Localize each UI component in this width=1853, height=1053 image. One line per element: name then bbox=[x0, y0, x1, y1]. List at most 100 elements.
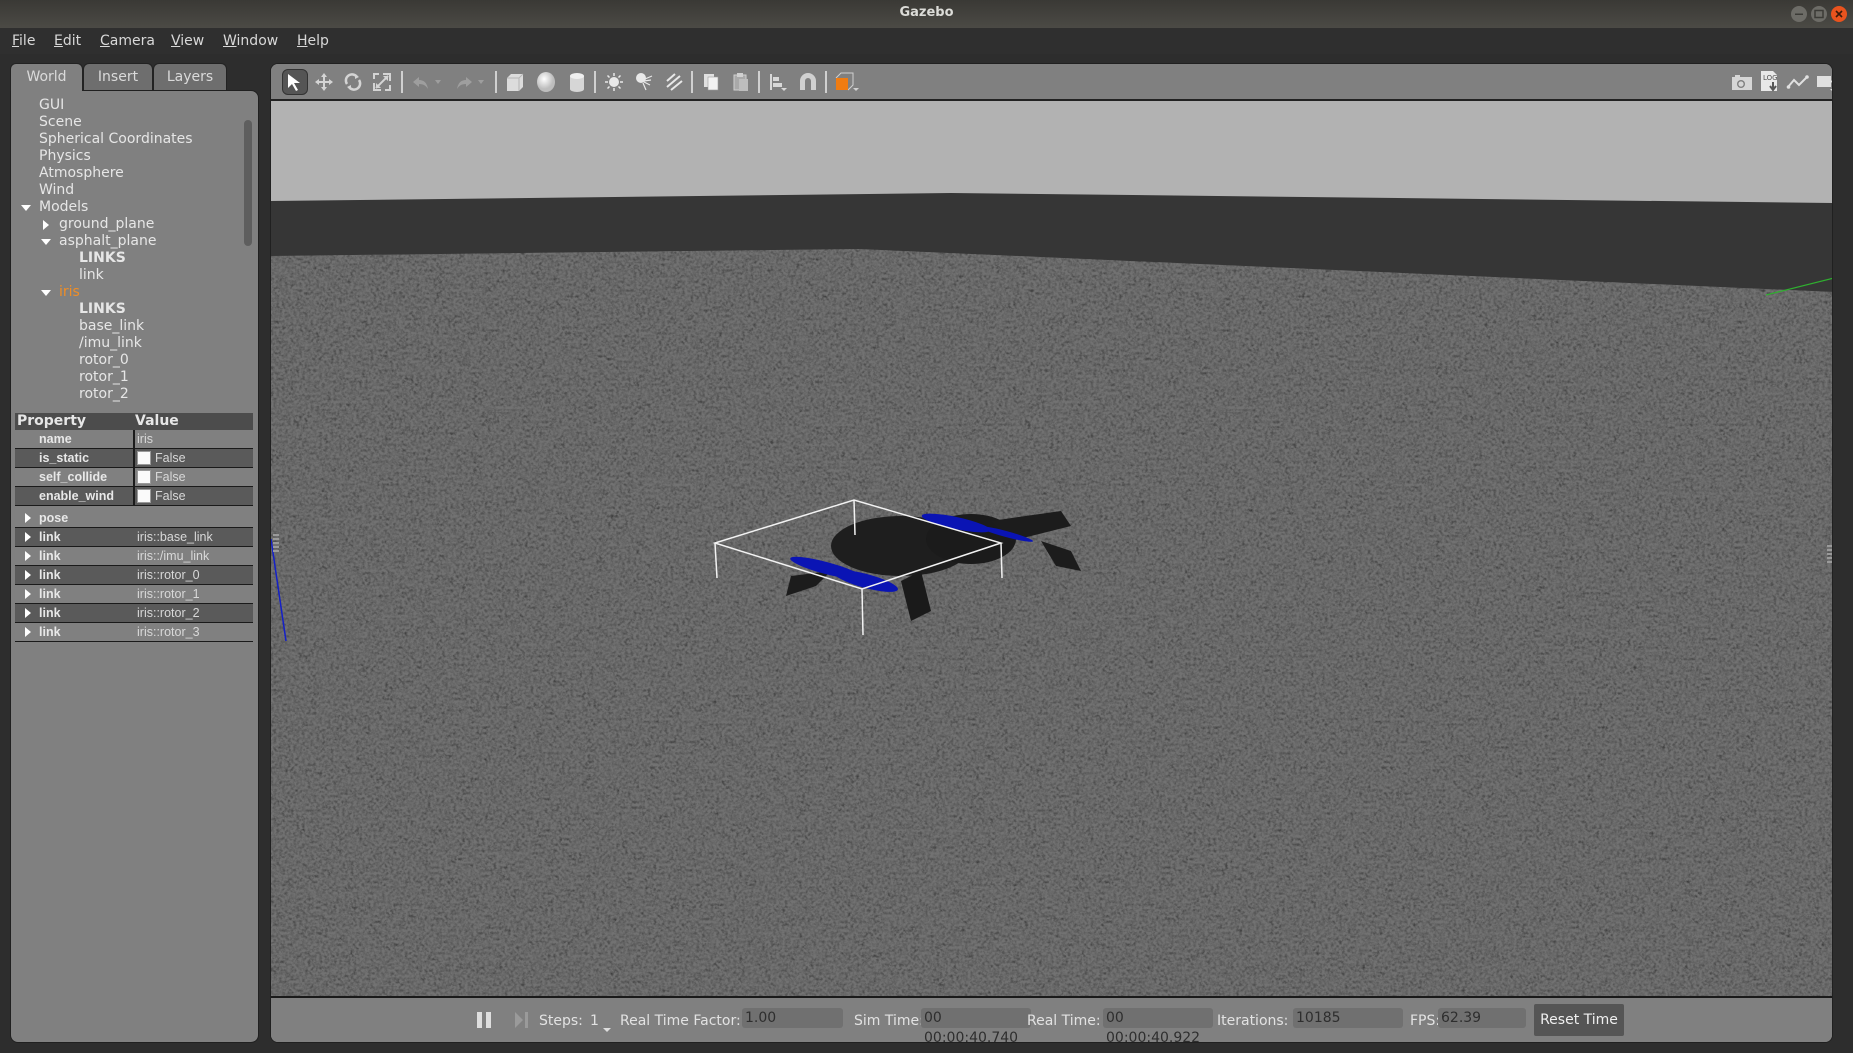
self-collide-checkbox[interactable] bbox=[137, 470, 151, 484]
redo-history-dropdown[interactable] bbox=[474, 69, 488, 95]
collapsed-arrow-icon[interactable] bbox=[25, 532, 31, 542]
tree-item[interactable]: GUI bbox=[39, 97, 64, 114]
spot-light-button[interactable] bbox=[631, 69, 657, 95]
collapsed-arrow-icon[interactable] bbox=[25, 513, 31, 523]
insert-box-button[interactable] bbox=[502, 69, 528, 95]
tab-world[interactable]: World bbox=[10, 63, 83, 91]
tree-item[interactable]: /imu_link bbox=[79, 335, 142, 352]
tree-item[interactable]: iris bbox=[59, 284, 80, 301]
view-angle-button[interactable] bbox=[832, 69, 864, 95]
collapsed-arrow-icon[interactable] bbox=[43, 220, 49, 230]
tree-item[interactable]: Scene bbox=[39, 114, 82, 131]
property-value: False bbox=[155, 451, 186, 465]
minimize-button[interactable] bbox=[1791, 6, 1807, 22]
menu-camera[interactable]: Camera bbox=[100, 33, 155, 49]
tree-item[interactable]: Spherical Coordinates bbox=[39, 131, 193, 148]
log-icon-label: LOG bbox=[1763, 74, 1778, 82]
maximize-button[interactable] bbox=[1811, 6, 1827, 22]
screenshot-button[interactable] bbox=[1729, 69, 1755, 95]
collapsed-arrow-icon[interactable] bbox=[25, 551, 31, 561]
tree-item[interactable]: rotor_2 bbox=[79, 386, 129, 403]
view-angle-icon bbox=[835, 72, 859, 91]
video-camera-icon bbox=[1817, 76, 1832, 91]
property-value[interactable]: iris bbox=[137, 432, 153, 446]
world-tree-scrollbar[interactable] bbox=[244, 120, 252, 246]
snap-button[interactable] bbox=[795, 69, 821, 95]
directional-light-button[interactable] bbox=[661, 69, 687, 95]
scale-icon bbox=[373, 73, 391, 91]
align-button[interactable] bbox=[765, 69, 791, 95]
tree-item[interactable]: rotor_0 bbox=[79, 352, 129, 369]
select-tool-button[interactable] bbox=[282, 69, 308, 95]
tree-item[interactable]: Atmosphere bbox=[39, 165, 124, 182]
toolbar-separator bbox=[758, 71, 760, 93]
property-group-row[interactable]: link iris::rotor_0 bbox=[15, 566, 253, 585]
right-panel-splitter-handle[interactable] bbox=[1827, 545, 1832, 565]
collapsed-arrow-icon[interactable] bbox=[25, 589, 31, 599]
tree-item[interactable]: LINKS bbox=[79, 250, 126, 267]
tree-item[interactable]: asphalt_plane bbox=[59, 233, 156, 250]
steps-value[interactable]: 1 bbox=[590, 1013, 599, 1029]
property-group-row[interactable]: link iris::/imu_link bbox=[15, 547, 253, 566]
asphalt-texture-fine bbox=[271, 249, 1832, 996]
property-group-row[interactable]: link iris::base_link bbox=[15, 528, 253, 547]
insert-sphere-button[interactable] bbox=[533, 69, 559, 95]
3d-viewport[interactable] bbox=[271, 101, 1832, 996]
copy-button[interactable] bbox=[698, 69, 724, 95]
tree-item[interactable]: LINKS bbox=[79, 301, 126, 318]
record-video-button[interactable] bbox=[1814, 69, 1832, 95]
tree-item[interactable]: link bbox=[79, 267, 104, 284]
paste-button[interactable] bbox=[728, 69, 754, 95]
expanded-arrow-icon[interactable] bbox=[21, 205, 31, 211]
real-time-factor-field: 1.00 bbox=[742, 1008, 843, 1028]
tree-item[interactable]: rotor_1 bbox=[79, 369, 129, 386]
pause-button[interactable] bbox=[476, 1011, 492, 1033]
property-row: self_collide False bbox=[15, 468, 253, 487]
reset-time-button[interactable]: Reset Time bbox=[1534, 1004, 1624, 1036]
property-column-header: Property bbox=[17, 413, 87, 429]
point-light-button[interactable] bbox=[601, 69, 627, 95]
menu-edit[interactable]: Edit bbox=[54, 33, 81, 49]
property-group-row[interactable]: pose bbox=[15, 509, 253, 528]
real-time-factor-label: Real Time Factor: bbox=[620, 1013, 741, 1029]
align-icon bbox=[770, 74, 787, 91]
insert-cylinder-button[interactable] bbox=[564, 69, 590, 95]
collapsed-arrow-icon[interactable] bbox=[25, 608, 31, 618]
property-group-row[interactable]: link iris::rotor_1 bbox=[15, 585, 253, 604]
column-divider bbox=[133, 468, 135, 487]
undo-history-dropdown[interactable] bbox=[431, 69, 445, 95]
expanded-arrow-icon[interactable] bbox=[41, 290, 51, 296]
tree-item[interactable]: base_link bbox=[79, 318, 144, 335]
tab-layers[interactable]: Layers bbox=[153, 63, 227, 90]
tree-item[interactable]: Wind bbox=[39, 182, 74, 199]
property-value: False bbox=[155, 489, 186, 503]
scale-tool-button[interactable] bbox=[369, 69, 395, 95]
log-button[interactable]: LOG bbox=[1757, 69, 1783, 95]
menu-view[interactable]: View bbox=[171, 33, 204, 49]
tab-insert[interactable]: Insert bbox=[83, 63, 153, 90]
tree-item[interactable]: ground_plane bbox=[59, 216, 154, 233]
menu-help[interactable]: Help bbox=[297, 33, 329, 49]
property-value: iris::rotor_3 bbox=[137, 625, 200, 639]
tree-item[interactable]: Models bbox=[39, 199, 88, 216]
expanded-arrow-icon[interactable] bbox=[41, 239, 51, 245]
collapsed-arrow-icon[interactable] bbox=[25, 627, 31, 637]
undo-icon bbox=[413, 77, 428, 89]
close-button[interactable] bbox=[1831, 6, 1847, 22]
step-button[interactable] bbox=[514, 1011, 530, 1033]
menu-file[interactable]: File bbox=[12, 33, 35, 49]
rotate-tool-button[interactable] bbox=[340, 69, 366, 95]
is-static-checkbox[interactable] bbox=[137, 451, 151, 465]
property-group-row[interactable]: link iris::rotor_2 bbox=[15, 604, 253, 623]
property-key: link bbox=[39, 587, 61, 601]
plot-button[interactable] bbox=[1785, 69, 1811, 95]
collapsed-arrow-icon[interactable] bbox=[25, 570, 31, 580]
tree-item[interactable]: Physics bbox=[39, 148, 91, 165]
steps-dropdown[interactable] bbox=[602, 1019, 612, 1038]
left-panel-splitter-handle[interactable] bbox=[273, 534, 279, 554]
menu-window[interactable]: Window bbox=[223, 33, 278, 49]
enable-wind-checkbox[interactable] bbox=[137, 489, 151, 503]
translate-tool-button[interactable] bbox=[311, 69, 337, 95]
iterations-label: Iterations: bbox=[1217, 1013, 1289, 1029]
property-group-row[interactable]: link iris::rotor_3 bbox=[15, 623, 253, 642]
